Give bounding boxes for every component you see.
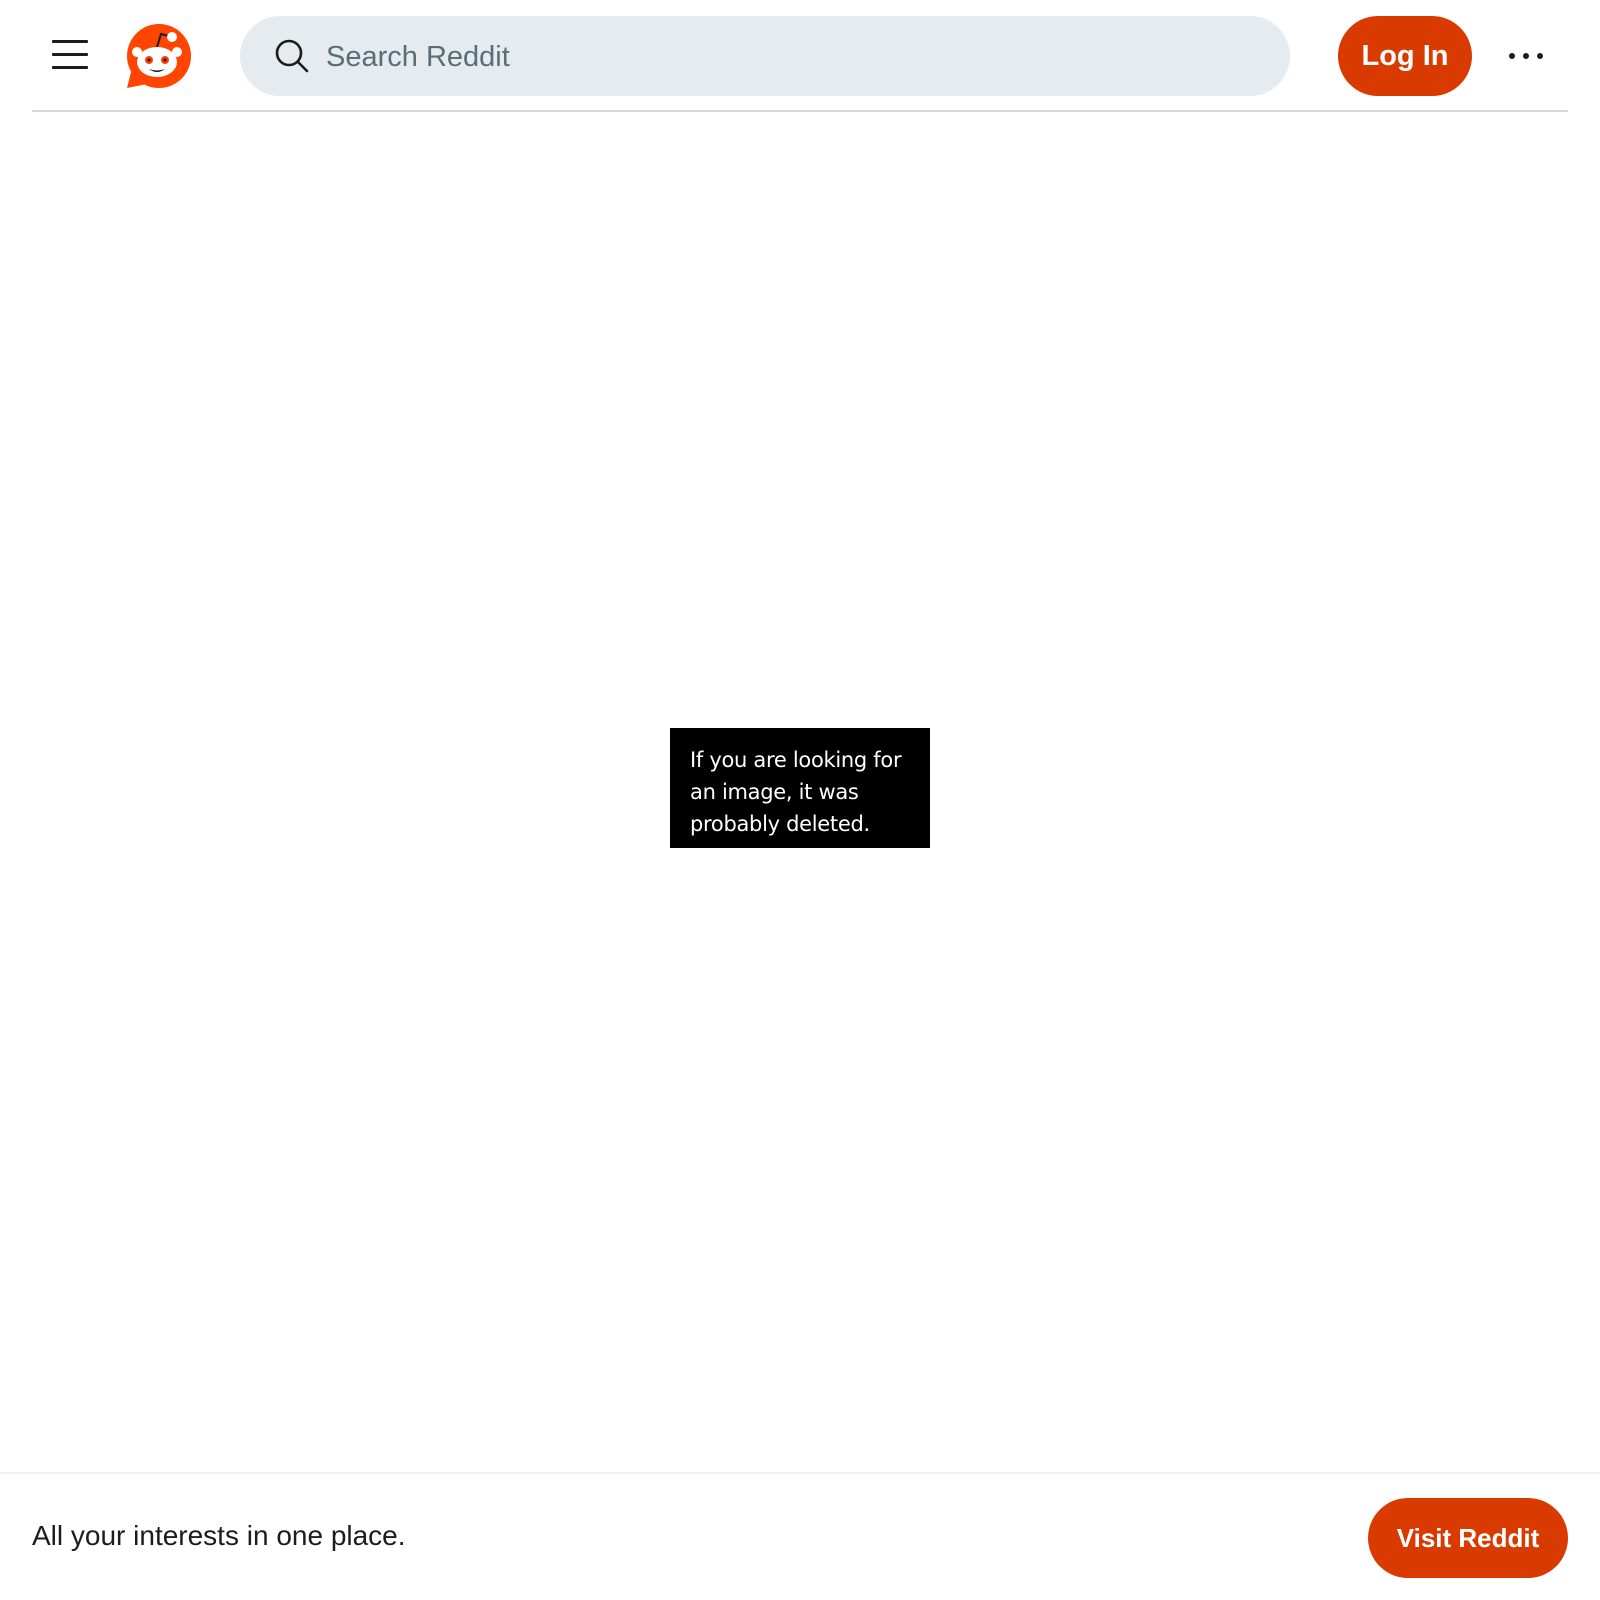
visit-reddit-button[interactable]: Visit Reddit xyxy=(1368,1498,1568,1578)
search-input[interactable] xyxy=(324,28,1248,86)
notice-line: probably deleted. xyxy=(690,812,870,836)
notice-line: an image, it was xyxy=(690,780,859,804)
page: Log In If you are looking for an image, … xyxy=(0,0,1600,1600)
search-bar[interactable] xyxy=(240,16,1290,96)
top-nav: Log In xyxy=(32,0,1568,112)
bottom-banner: All your interests in one place. Visit R… xyxy=(0,1472,1600,1600)
deleted-image-notice: If you are looking for an image, it was … xyxy=(670,728,930,848)
more-options-icon[interactable] xyxy=(1506,36,1546,76)
notice-line: If you are looking for xyxy=(690,748,902,772)
search-icon xyxy=(275,39,309,73)
reddit-snoo-logo-icon[interactable] xyxy=(125,22,193,90)
login-button[interactable]: Log In xyxy=(1338,16,1472,96)
banner-tagline: All your interests in one place. xyxy=(32,1520,406,1551)
hamburger-menu-icon[interactable] xyxy=(48,36,88,72)
